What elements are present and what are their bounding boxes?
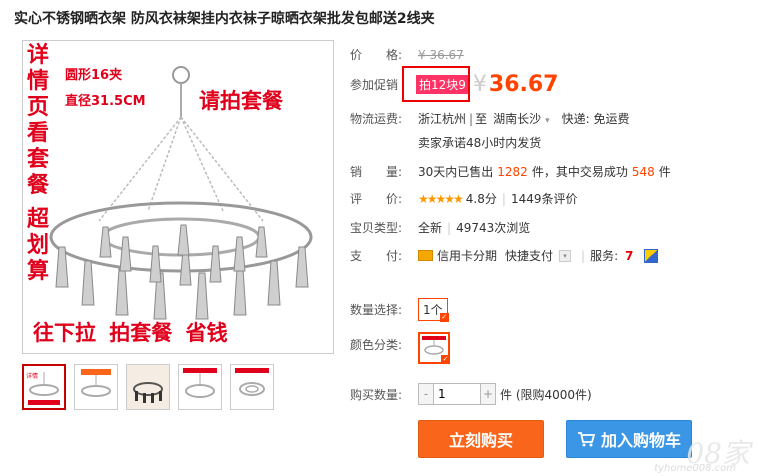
item-type-row: 宝贝类型: 全新 | 49743次浏览 [350,219,530,236]
thumbnail-2[interactable] [74,364,118,410]
thumbnail-3[interactable] [126,364,170,410]
buy-now-button[interactable]: 立刻购买 [418,420,544,458]
add-to-cart-button[interactable]: 加入购物车 [566,420,692,458]
item-type-label: 宝贝类型: [350,221,403,235]
thumbnail-5[interactable] [230,364,274,410]
check-icon: ✓ [441,355,450,364]
view-count: 49743次浏览 [456,221,531,235]
highlight-box [402,66,470,102]
price-label: 价 格: [350,48,403,62]
service-label: 服务: [590,249,619,263]
thumbnail-strip: 详情 [22,364,274,410]
ship-promise: 卖家承诺48小时内发货 [418,136,542,150]
color-option-swatch[interactable]: ✓ [418,332,450,364]
seven-day-return-icon[interactable]: 7 [622,249,636,263]
thumbnail-4[interactable] [178,364,222,410]
buy-quantity-row: 购买数量: - + 件 (限购4000件) [350,383,592,405]
buy-quantity-label: 购买数量: [350,387,403,402]
quantity-select-row: 数量选择: 1个 ✓ [350,298,449,322]
sales-prefix: 30天内已售出 [418,165,494,179]
sales-middle: 件，其中交易成功 [531,165,628,179]
promo-bottom-text: 往下拉 拍套餐 省钱 [33,321,228,345]
quantity-option-1[interactable]: 1个 ✓ [418,298,449,322]
ship-to-dropdown[interactable]: 湖南长沙 ▾ [493,110,550,127]
rating-row: 评 价: ★★★★★ 4.8分 | 1449条评价 [350,190,577,207]
original-price: ¥ 36.67 [418,47,464,62]
promotion-price: 36.67 [488,72,559,97]
credit-card-icon [418,250,433,261]
purchase-limit-note: 件 (限购4000件) [500,387,592,402]
quick-pay[interactable]: 快捷支付 [505,247,553,264]
quantity-select-label: 数量选择: [350,303,403,317]
ship-separator: | [469,111,474,126]
item-condition: 全新 [418,221,443,235]
color-row: 颜色分类: ✓ [350,332,450,364]
shipping-label: 物流运费: [350,112,403,126]
thumbnail-1[interactable]: 详情 [22,364,66,410]
promo-side-text: 详情 页看 套餐 超划 算 [27,43,50,284]
credit-installment[interactable]: 信用卡分期 [437,247,497,264]
courier-fee: 快递: 免运费 [561,112,630,126]
sales-suffix: 件 [658,165,671,179]
ship-to-prefix: 至 [475,112,488,126]
currency-symbol: ¥ [472,72,487,97]
rating-separator: | [501,191,506,206]
check-icon: ✓ [439,313,449,322]
sales-row: 销 量: 30天内已售出 1282 件，其中交易成功 548 件 [350,163,671,180]
svg-text:详情: 详情 [26,372,38,380]
cart-icon [577,432,595,447]
rating-label: 评 价: [350,192,403,206]
payment-more-icon[interactable]: ▾ [559,249,572,262]
color-label: 颜色分类: [350,338,403,352]
sales-success: 548 [631,164,655,179]
price-row: 价 格: ¥ 36.67 [350,46,464,63]
increment-button[interactable]: + [481,384,495,404]
item-separator: | [447,220,452,235]
promo-red-text: 请拍套餐 [199,89,283,113]
quantity-stepper: - + [418,383,496,405]
payment-label: 支 付: [350,249,403,263]
ship-from: 浙江杭州 [418,112,467,126]
review-count-link[interactable]: 1449条评价 [511,190,578,207]
shipping-row: 物流运费: 浙江杭州 | 至 湖南长沙 ▾ 快递: 免运费 [350,110,629,127]
rating-score: 4.8分 [465,192,497,206]
decrement-button[interactable]: - [419,384,433,404]
site-watermark-url: tyhome008.com [654,463,736,474]
sales-count: 1282 [497,164,528,179]
star-rating-icon: ★★★★★ [418,191,464,206]
chevron-down-icon: ▾ [545,116,550,126]
promotion-label: 参加促销 [350,78,399,92]
sales-label: 销 量: [350,165,403,179]
payment-separator: | [581,248,586,263]
product-title: 实心不锈钢晒衣架 防风衣袜架挂内衣袜子晾晒衣架批发包邮送2线夹 [14,11,435,27]
spec-text: 圆形16夹 直径31.5CM [65,68,146,109]
guarantee-icon[interactable] [644,248,659,263]
quantity-input[interactable] [433,384,481,404]
main-product-image[interactable]: 详情 页看 套餐 超划 算 圆形16夹 直径31.5CM 请拍套餐 往下拉 拍套… [22,40,334,354]
payment-row: 支 付: 信用卡分期 快捷支付 ▾ | 服务: 7 [350,247,659,264]
